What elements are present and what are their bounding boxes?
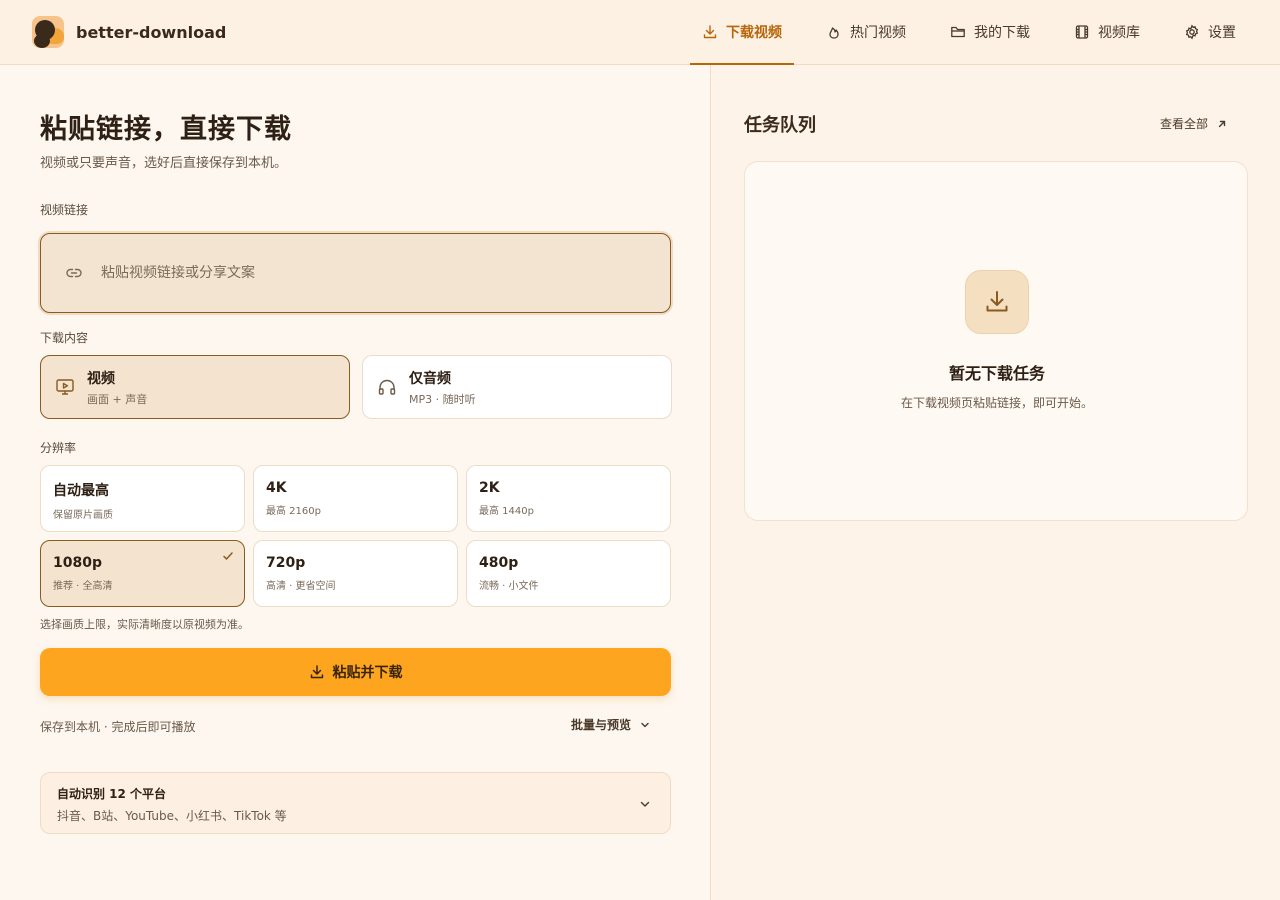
download-icon [986, 291, 1008, 312]
resolution-title: 自动最高 [53, 483, 109, 499]
nav-item-label: 我的下载 [974, 25, 1030, 41]
resolution-title: 720p [266, 555, 306, 571]
resolution-title: 4K [266, 480, 287, 496]
resolution-option-720p[interactable]: 720p 高清 · 更省空间 [253, 540, 458, 607]
url-label: 视频链接 [40, 203, 89, 217]
resolution-desc: 流畅 · 小文件 [479, 581, 539, 592]
top-bar: better-download 下载视频 热门视频 我的下载 视频库 设置 [0, 0, 1280, 65]
app-logo [32, 16, 64, 48]
empty-title: 暂无下载任务 [948, 364, 1045, 383]
download-icon [703, 25, 717, 39]
nav-item-label: 视频库 [1098, 25, 1140, 41]
resolution-desc: 保留原片画质 [53, 510, 113, 521]
brand-name: better-download [76, 22, 227, 42]
queue-title: 任务队列 [744, 115, 816, 136]
arrow-up-right-icon [1218, 120, 1226, 127]
page-title: 粘贴链接，直接下载 [40, 114, 292, 145]
resolution-title: 480p [479, 555, 519, 571]
url-input[interactable] [101, 265, 641, 281]
headphones-icon [378, 379, 396, 395]
brand[interactable]: better-download [32, 16, 226, 48]
empty-state-icon [965, 270, 1029, 334]
download-panel: 粘贴链接，直接下载 视频或只要声音，选好后直接保存到本机。 视频链接 下载内容 … [0, 65, 711, 900]
content-label: 下载内容 [40, 331, 89, 345]
resolution-desc: 最高 1440p [479, 506, 534, 517]
main-nav: 下载视频 热门视频 我的下载 视频库 设置 [670, 0, 1248, 65]
mode-option-video[interactable]: 视频 画面 + 声音 [40, 355, 350, 419]
resolution-hint: 选择画质上限，实际清晰度以原视频为准。 [40, 618, 249, 631]
nav-item-hot-videos[interactable]: 热门视频 [814, 0, 918, 64]
nav-item-video-library[interactable]: 视频库 [1062, 0, 1152, 64]
paste-and-download-button[interactable]: 粘贴并下载 [40, 648, 671, 696]
batch-label: 批量与预览 [571, 718, 632, 732]
url-field[interactable] [40, 233, 671, 313]
mode-option-audio[interactable]: 仅音频 MP3 · 随时听 [362, 355, 672, 419]
platforms-desc: 抖音、B站、YouTube、小红书、TikTok 等 [57, 809, 287, 823]
view-all-label: 查看全部 [1160, 117, 1209, 131]
resolution-title: 2K [479, 480, 500, 496]
resolution-option-auto[interactable]: 自动最高 保留原片画质 [40, 465, 245, 532]
resolution-title: 1080p [53, 555, 102, 571]
batch-preview-toggle[interactable]: 批量与预览 [571, 716, 651, 733]
mode-desc: MP3 · 随时听 [409, 392, 476, 406]
resolution-desc: 最高 2160p [266, 506, 321, 517]
monitor-play-icon [56, 379, 74, 395]
chevron-down-icon [641, 722, 649, 727]
check-icon [223, 552, 233, 560]
nav-item-label: 下载视频 [726, 25, 782, 41]
task-queue-panel: 任务队列 查看全部 暂无下载任务 在下载视频页粘贴链接，即可开始。 [712, 65, 1280, 900]
gear-icon [1185, 24, 1199, 40]
resolution-option-2k[interactable]: 2K 最高 1440p [466, 465, 671, 532]
link-icon [66, 268, 82, 278]
mode-title: 视频 [87, 370, 115, 387]
mode-desc: 画面 + 声音 [87, 392, 148, 406]
empty-queue-card: 暂无下载任务 在下载视频页粘贴链接，即可开始。 [744, 161, 1248, 521]
folder-icon [951, 26, 965, 38]
mode-title: 仅音频 [409, 370, 451, 387]
resolution-desc: 高清 · 更省空间 [266, 581, 336, 592]
resolution-option-4k[interactable]: 4K 最高 2160p [253, 465, 458, 532]
resolution-option-1080p[interactable]: 1080p 推荐 · 全高清 [40, 540, 245, 607]
nav-item-my-downloads[interactable]: 我的下载 [938, 0, 1042, 64]
nav-item-label: 设置 [1208, 25, 1236, 41]
view-all-link[interactable]: 查看全部 [1160, 115, 1228, 132]
resolution-desc: 推荐 · 全高清 [53, 581, 113, 592]
platforms-title: 自动识别 12 个平台 [57, 787, 167, 801]
page-subtitle: 视频或只要声音，选好后直接保存到本机。 [40, 156, 288, 171]
save-note: 保存到本机 · 完成后即可播放 [40, 720, 196, 734]
download-button-label: 粘贴并下载 [332, 665, 403, 681]
chevron-down-icon [640, 801, 650, 807]
resolution-option-480p[interactable]: 480p 流畅 · 小文件 [466, 540, 671, 607]
nav-item-label: 热门视频 [850, 25, 906, 41]
nav-item-download-video[interactable]: 下载视频 [690, 0, 794, 65]
nav-item-settings[interactable]: 设置 [1172, 0, 1248, 64]
supported-platforms-panel[interactable]: 自动识别 12 个平台 抖音、B站、YouTube、小红书、TikTok 等 [40, 772, 671, 834]
resolution-label: 分辨率 [40, 441, 77, 455]
download-icon [310, 665, 323, 679]
flame-icon [829, 27, 839, 39]
film-icon [1075, 25, 1089, 39]
empty-subtitle: 在下载视频页粘贴链接，即可开始。 [900, 396, 1093, 410]
